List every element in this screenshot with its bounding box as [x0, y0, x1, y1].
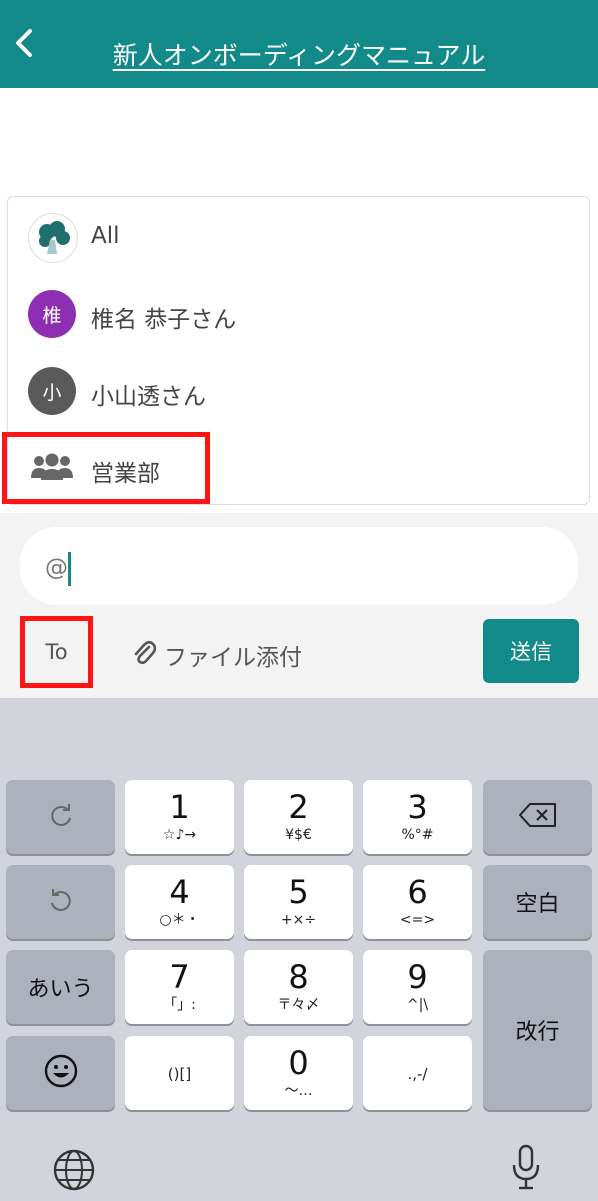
paperclip-icon	[132, 639, 157, 671]
attach-file-label: ファイル添付	[164, 645, 302, 671]
mention-label: 小山透さん	[91, 384, 206, 410]
emoji-icon	[44, 1054, 78, 1092]
send-button[interactable]: 送信	[483, 619, 579, 683]
key-7[interactable]: 7 「」:	[125, 950, 234, 1024]
globe-icon[interactable]	[52, 1148, 96, 1192]
mention-item-all[interactable]: All	[8, 199, 589, 276]
emoji-key[interactable]	[6, 1036, 115, 1110]
delete-icon	[518, 801, 558, 833]
redo-icon	[47, 801, 75, 833]
key-brackets[interactable]: ()[]	[125, 1036, 234, 1110]
mention-item-shiina[interactable]: 椎 椎名 恭子さん	[8, 276, 589, 353]
kana-switch-key[interactable]: あいう	[6, 950, 115, 1024]
attach-file-button[interactable]: ファイル添付	[132, 637, 302, 673]
mention-item-koyama[interactable]: 小 小山透さん	[8, 353, 589, 430]
key-3[interactable]: 3 %°#	[363, 780, 472, 854]
to-button[interactable]: To	[20, 616, 93, 688]
mention-label: All	[91, 223, 120, 249]
microphone-icon[interactable]	[510, 1143, 542, 1193]
page-title[interactable]: 新人オンボーディングマニュアル	[0, 36, 598, 72]
undo-key[interactable]	[6, 865, 115, 939]
key-2[interactable]: 2 ¥$€	[244, 780, 353, 854]
message-input[interactable]	[20, 527, 578, 605]
broccoli-logo-icon	[28, 213, 78, 263]
key-punctuation[interactable]: .,-/	[363, 1036, 472, 1110]
text-caret	[68, 552, 71, 586]
key-8[interactable]: 8 〒々〆	[244, 950, 353, 1024]
mention-label: 椎名 恭子さん	[91, 307, 237, 333]
avatar: 椎	[28, 290, 76, 338]
key-0[interactable]: 0 〜…	[244, 1036, 353, 1110]
redo-key[interactable]	[6, 780, 115, 854]
key-1[interactable]: 1 ☆♪→	[125, 780, 234, 854]
space-key[interactable]: 空白	[483, 865, 592, 939]
avatar: 小	[28, 367, 76, 415]
key-9[interactable]: 9 ^|\	[363, 950, 472, 1024]
key-4[interactable]: 4 ○＊・	[125, 865, 234, 939]
delete-key[interactable]	[483, 780, 592, 854]
key-5[interactable]: 5 +×÷	[244, 865, 353, 939]
key-6[interactable]: 6 <=>	[363, 865, 472, 939]
message-input-value: @	[45, 555, 68, 581]
highlight-box-sales-dept	[2, 432, 210, 504]
undo-icon	[47, 886, 75, 918]
return-key[interactable]: 改行	[483, 950, 592, 1110]
